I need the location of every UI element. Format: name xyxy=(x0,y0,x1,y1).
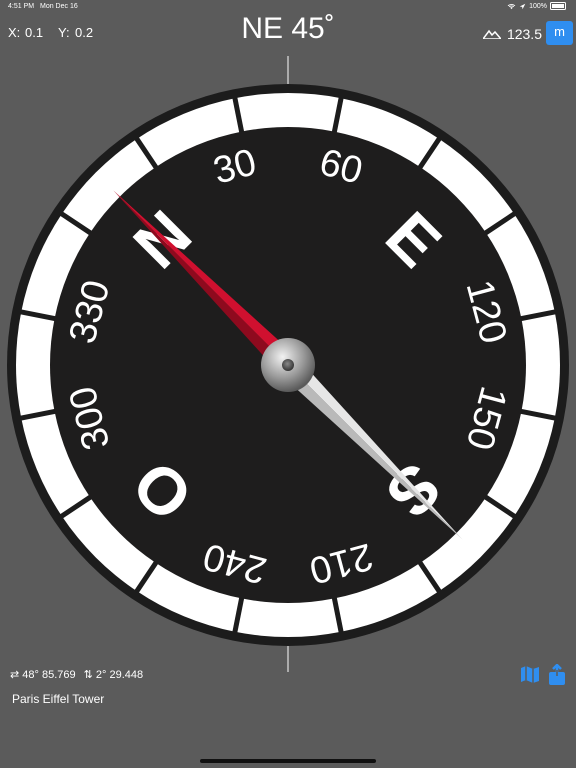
arrows-vertical-icon: ⇅ xyxy=(83,669,93,681)
compass: N3060E120150S210240O300330 xyxy=(7,56,569,672)
latitude-group: ⇅ 2° 29.448 xyxy=(84,668,144,681)
map-icon[interactable] xyxy=(520,664,540,684)
place-name: Paris Eiffel Tower xyxy=(12,692,105,706)
share-icon[interactable] xyxy=(548,664,566,686)
longitude-group: ⇄ 48° 85.769 xyxy=(10,668,76,681)
needle-hub-center xyxy=(282,359,294,371)
latitude-value: 2° 29.448 xyxy=(95,669,144,681)
home-indicator[interactable] xyxy=(200,759,376,763)
longitude-value: 48° 85.769 xyxy=(22,669,76,681)
position-readout: ⇄ 48° 85.769 ⇅ 2° 29.448 xyxy=(10,668,143,681)
arrows-horizontal-icon: ⇄ xyxy=(10,669,20,681)
